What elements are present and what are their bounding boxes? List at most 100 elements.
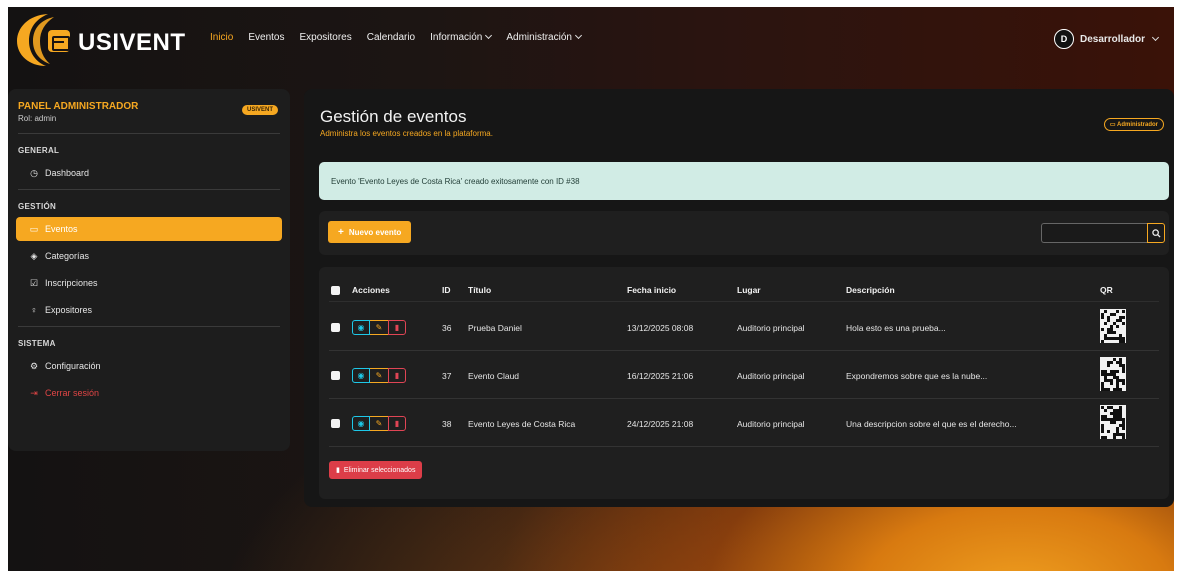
page-subtitle: Administra los eventos creados en la pla… <box>320 129 493 138</box>
avatar: D <box>1053 29 1074 49</box>
user-menu[interactable]: D Desarrollador <box>1053 29 1160 49</box>
cell-descripcion: Una descripcion sobre el que es el derec… <box>846 419 1017 429</box>
section-gestion: GESTIÓN <box>18 202 57 211</box>
eye-icon: ◉ <box>357 419 365 428</box>
nav-expositores[interactable]: Expositores <box>300 32 352 43</box>
view-button[interactable]: ◉ <box>352 416 370 431</box>
edit-button[interactable]: ✎ <box>370 416 388 431</box>
admin-sidebar: PANEL ADMINISTRADOR Rol: admin USIVENT G… <box>8 89 290 451</box>
nav-informacion[interactable]: Información <box>430 31 493 43</box>
sidebar-item-inscripciones[interactable]: ☑ Inscripciones <box>16 271 282 295</box>
toolbar: + Nuevo evento <box>319 211 1169 255</box>
tag-icon: ◈ <box>30 250 38 261</box>
cell-fecha: 24/12/2025 21:08 <box>627 419 694 429</box>
sidebar-item-label: Configuración <box>45 361 101 371</box>
sidebar-item-eventos[interactable]: ▭ Eventos <box>16 217 282 241</box>
sidebar-item-dashboard[interactable]: ◷ Dashboard <box>16 161 282 185</box>
cell-titulo: Evento Leyes de Costa Rica <box>468 419 576 429</box>
delete-selected-button[interactable]: ▮ Eliminar seleccionados <box>329 461 423 479</box>
qr-code-icon[interactable] <box>1100 405 1126 439</box>
sidebar-item-label: Cerrar sesión <box>45 388 100 398</box>
qr-code-icon[interactable] <box>1100 309 1126 343</box>
header-titulo: Título <box>468 285 492 295</box>
cell-descripcion: Expondremos sobre que es la nube... <box>846 371 988 381</box>
delete-selected-label: Eliminar seleccionados <box>343 466 416 474</box>
sidebar-item-configuracion[interactable]: ⚙ Configuración <box>16 354 282 378</box>
header-qr: QR <box>1100 285 1113 295</box>
cell-id: 38 <box>442 419 452 429</box>
cell-lugar: Auditorio principal <box>737 419 805 429</box>
header-descripcion: Descripción <box>846 285 895 295</box>
view-button[interactable]: ◉ <box>352 368 370 383</box>
sidebar-title: PANEL ADMINISTRADOR <box>18 101 139 112</box>
nav-administracion-label: Administración <box>506 32 572 43</box>
search-button[interactable] <box>1147 223 1165 243</box>
row-actions: ◉ ✎ ▮ <box>352 416 406 431</box>
sidebar-header: PANEL ADMINISTRADOR Rol: admin USIVENT <box>16 95 282 129</box>
main-panel: Gestión de eventos Administra los evento… <box>304 89 1174 507</box>
row-checkbox[interactable] <box>331 323 340 332</box>
sidebar-item-categorias[interactable]: ◈ Categorías <box>16 244 282 268</box>
divider <box>18 326 280 327</box>
row-checkbox[interactable] <box>331 371 340 380</box>
admin-badge-label: Administrador <box>1116 122 1158 128</box>
calendar-icon: ▭ <box>29 223 39 234</box>
header-fecha: Fecha inicio <box>627 285 677 295</box>
nav-informacion-label: Información <box>430 32 483 43</box>
search-icon <box>1151 228 1161 238</box>
divider <box>18 189 280 190</box>
trash-icon: ▮ <box>394 371 400 380</box>
cell-fecha: 13/12/2025 08:08 <box>627 323 694 333</box>
nav-links: Inicio Eventos Expositores Calendario In… <box>210 31 596 43</box>
eye-icon: ◉ <box>357 371 365 380</box>
cell-titulo: Prueba Daniel <box>468 323 522 333</box>
nav-calendario[interactable]: Calendario <box>367 32 415 43</box>
chevron-down-icon <box>485 31 493 40</box>
sidebar-item-logout[interactable]: ⇥ Cerrar sesión <box>16 381 282 405</box>
divider <box>18 133 280 134</box>
search-input[interactable] <box>1041 223 1147 243</box>
table-row: ◉ ✎ ▮ 36 Prueba Daniel 13/12/2025 08:08 … <box>329 304 1159 351</box>
view-button[interactable]: ◉ <box>352 320 370 335</box>
brand-name: USIVENT <box>78 29 186 56</box>
select-all-checkbox[interactable] <box>331 286 340 295</box>
top-navbar: USIVENT Inicio Eventos Expositores Calen… <box>8 7 1174 73</box>
header-acciones: Acciones <box>352 285 390 295</box>
plus-icon: + <box>338 226 344 238</box>
cell-fecha: 16/12/2025 21:06 <box>627 371 694 381</box>
cell-id: 36 <box>442 323 452 333</box>
sidebar-item-expositores[interactable]: ♀ Expositores <box>16 298 282 322</box>
sidebar-item-label: Expositores <box>45 305 93 315</box>
nav-inicio[interactable]: Inicio <box>210 32 233 43</box>
gauge-icon: ◷ <box>30 167 38 178</box>
sidebar-role: Rol: admin <box>18 114 57 123</box>
delete-button[interactable]: ▮ <box>388 368 406 383</box>
trash-icon: ▮ <box>394 323 400 332</box>
new-event-button[interactable]: + Nuevo evento <box>328 221 412 243</box>
delete-button[interactable]: ▮ <box>388 320 406 335</box>
section-general: GENERAL <box>18 146 60 155</box>
events-table: Acciones ID Título Fecha inicio Lugar De… <box>319 267 1169 499</box>
nav-administracion[interactable]: Administración <box>506 31 583 43</box>
edit-button[interactable]: ✎ <box>370 320 388 335</box>
row-actions: ◉ ✎ ▮ <box>352 320 406 335</box>
sidebar-item-label: Inscripciones <box>45 278 98 288</box>
search-box <box>1041 223 1165 243</box>
table-row: ◉ ✎ ▮ 37 Evento Claud 16/12/2025 21:06 A… <box>329 352 1159 399</box>
nav-eventos[interactable]: Eventos <box>248 32 284 43</box>
sidebar-item-label: Dashboard <box>45 168 90 178</box>
chevron-down-icon <box>1151 33 1160 41</box>
logout-icon: ⇥ <box>30 387 38 398</box>
microphone-icon: ♀ <box>30 305 38 315</box>
sidebar-item-label: Eventos <box>45 224 78 234</box>
new-event-label: Nuevo evento <box>348 227 402 237</box>
qr-code-icon[interactable] <box>1100 357 1126 391</box>
edit-button[interactable]: ✎ <box>370 368 388 383</box>
row-checkbox[interactable] <box>331 419 340 428</box>
trash-icon: ▮ <box>394 419 400 428</box>
success-alert: Evento 'Evento Leyes de Costa Rica' crea… <box>319 162 1169 200</box>
brand-logo[interactable]: USIVENT <box>12 9 185 71</box>
delete-button[interactable]: ▮ <box>388 416 406 431</box>
app-window: USIVENT Inicio Eventos Expositores Calen… <box>8 7 1174 571</box>
pencil-icon: ✎ <box>375 419 383 428</box>
